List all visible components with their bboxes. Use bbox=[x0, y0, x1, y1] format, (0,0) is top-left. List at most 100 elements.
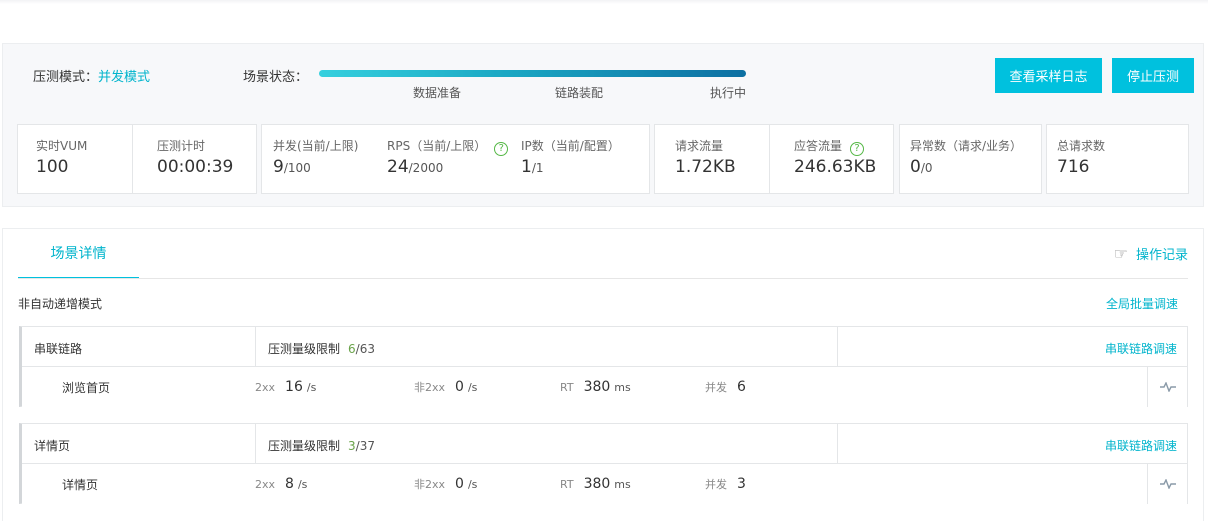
chain-header-divider bbox=[837, 327, 838, 367]
stat-timer: 压测计时 00:00:39 bbox=[157, 125, 252, 193]
metric-concurrency-label: 并发 bbox=[705, 478, 727, 491]
stat-vum-label: 实时VUM bbox=[36, 139, 88, 153]
chain-limit-current: 6 bbox=[348, 342, 356, 356]
view-sample-logs-button[interactable]: 查看采样日志 bbox=[995, 58, 1102, 93]
errors-card: 异常数（请求/业务） 0/0 bbox=[899, 124, 1042, 194]
metric-non2xx-label: 非2xx bbox=[414, 381, 446, 394]
stat-errors-value: 0/0 bbox=[910, 157, 933, 177]
chain-page-name: 浏览首页 bbox=[62, 381, 111, 395]
chain-row: 浏览首页 2xx 16/s 非2xx 0/s RT 380 ms 并发 6 bbox=[22, 367, 1187, 407]
chain-header-divider bbox=[255, 424, 256, 464]
stat-total: 总请求数 716 bbox=[1057, 125, 1177, 193]
increment-mode-text: 非自动递增模式 bbox=[18, 297, 103, 311]
stat-errors-limit: /0 bbox=[920, 161, 933, 175]
chain-block: 串联链路 压测量级限制 6/63 串联链路调速 浏览首页 2xx 16/s 非2xx… bbox=[19, 326, 1188, 407]
metric-rt-value: 380 bbox=[583, 476, 611, 492]
stat-ip-value: 1/1 bbox=[521, 157, 544, 177]
chain-limit: 压测量级限制 6/63 bbox=[268, 340, 375, 357]
stat-vum-value: 100 bbox=[36, 157, 69, 177]
load-card: 并发(当前/上限) 9/100 RPS（当前/上限）? 24/2000 IP数（… bbox=[261, 124, 650, 194]
stat-errors: 异常数（请求/业务） 0/0 bbox=[910, 125, 1038, 193]
stat-concurrency-limit: /100 bbox=[283, 161, 311, 175]
test-status-panel: 压测模式：并发模式 场景状态： 数据准备 链路装配 执行中 查看采样日志 停止压… bbox=[2, 43, 1204, 207]
scene-progress-bar bbox=[319, 70, 746, 77]
metric-rt: RT 380 ms bbox=[560, 476, 631, 492]
help-circle-icon[interactable]: ? bbox=[494, 142, 509, 156]
metric-2xx-label: 2xx bbox=[255, 381, 276, 394]
scene-detail-panel: 场景详情 ☞ 操作记录 非自动递增模式 全局批量调速 串联链路 压测量级限制 6/… bbox=[2, 228, 1204, 521]
pointing-hand-icon: ☞ bbox=[1113, 244, 1128, 263]
metric-concurrency-value: 6 bbox=[737, 379, 746, 395]
stat-req-traffic-label: 请求流量 bbox=[675, 139, 724, 153]
chain-limit-max: /37 bbox=[355, 439, 375, 453]
pulse-wave-icon[interactable] bbox=[1147, 367, 1187, 407]
chain-page-name: 详情页 bbox=[62, 478, 99, 492]
chain-header: 详情页 压测量级限制 3/37 串联链路调速 bbox=[22, 424, 1187, 464]
stat-resp-traffic-label: 应答流量 bbox=[794, 139, 843, 153]
stat-rps-value: 24/2000 bbox=[387, 157, 443, 177]
stat-concurrency-label: 并发(当前/上限) bbox=[273, 139, 359, 153]
stat-resp-traffic-label-wrap: 应答流量? bbox=[794, 137, 865, 156]
help-circle-icon[interactable]: ? bbox=[850, 142, 865, 156]
chain-header-divider bbox=[837, 424, 838, 464]
test-mode-value: 并发模式 bbox=[98, 70, 151, 85]
chain-speed-adjust-link[interactable]: 串联链路调速 bbox=[1105, 340, 1177, 357]
chain-limit-max: /63 bbox=[355, 342, 375, 356]
stat-rps-label: RPS（当前/上限） bbox=[387, 139, 487, 153]
vum-timer-card: 实时VUM 100 压测计时 00:00:39 bbox=[17, 124, 257, 194]
chain-speed-adjust-link[interactable]: 串联链路调速 bbox=[1105, 437, 1177, 454]
chain-header-divider bbox=[255, 327, 256, 367]
stat-req-traffic-value: 1.72KB bbox=[675, 157, 736, 177]
card-divider bbox=[132, 125, 133, 193]
chain-header: 串联链路 压测量级限制 6/63 串联链路调速 bbox=[22, 327, 1187, 367]
metric-2xx-unit: /s bbox=[297, 478, 308, 491]
chain-block: 详情页 压测量级限制 3/37 串联链路调速 详情页 2xx 8/s 非2xx 0/s… bbox=[19, 423, 1188, 504]
metric-concurrency-label: 并发 bbox=[705, 381, 727, 394]
operation-log-link[interactable]: ☞ 操作记录 bbox=[1114, 244, 1188, 263]
stat-vum: 实时VUM 100 bbox=[36, 125, 131, 193]
tab-underline bbox=[18, 278, 1188, 279]
metric-concurrency: 并发 3 bbox=[705, 476, 746, 492]
metric-non2xx-unit: /s bbox=[467, 381, 478, 394]
metric-non2xx: 非2xx 0/s bbox=[414, 379, 477, 395]
test-mode: 压测模式：并发模式 bbox=[33, 66, 150, 85]
metric-2xx-value: 8 bbox=[285, 476, 294, 492]
stat-concurrency-current: 9 bbox=[273, 157, 284, 177]
stat-resp-traffic-value: 246.63KB bbox=[794, 157, 877, 177]
pulse-wave-icon[interactable] bbox=[1147, 464, 1187, 504]
card-divider bbox=[769, 125, 770, 193]
metric-non2xx: 非2xx 0/s bbox=[414, 476, 477, 492]
metric-2xx-unit: /s bbox=[306, 381, 317, 394]
chain-name: 详情页 bbox=[34, 439, 71, 453]
stat-errors-current: 0 bbox=[910, 157, 921, 177]
metric-rt-value: 380 bbox=[583, 379, 611, 395]
scene-progress: 数据准备 链路装配 执行中 bbox=[319, 70, 746, 100]
stat-rps-label-wrap: RPS（当前/上限）? bbox=[387, 137, 509, 156]
chain-limit: 压测量级限制 3/37 bbox=[268, 437, 375, 454]
stat-ip: IP数（当前/配置） 1/1 bbox=[521, 125, 641, 193]
metric-rt-unit: ms bbox=[614, 381, 631, 394]
stat-rps: RPS（当前/上限）? 24/2000 bbox=[387, 125, 515, 193]
metric-rt-label: RT bbox=[560, 478, 574, 491]
stat-total-label: 总请求数 bbox=[1057, 139, 1106, 153]
scene-state-label: 场景状态： bbox=[243, 70, 309, 85]
stat-concurrency: 并发(当前/上限) 9/100 bbox=[273, 125, 383, 193]
metric-rt: RT 380 ms bbox=[560, 379, 631, 395]
stage-running: 执行中 bbox=[709, 86, 746, 100]
chain-limit-label: 压测量级限制 bbox=[268, 439, 341, 453]
stat-concurrency-value: 9/100 bbox=[273, 157, 311, 177]
stat-ip-limit: /1 bbox=[531, 161, 544, 175]
metric-rt-label: RT bbox=[560, 381, 574, 394]
stop-test-button[interactable]: 停止压测 bbox=[1112, 58, 1194, 93]
stage-data-prep: 数据准备 bbox=[413, 86, 462, 100]
global-batch-speed-link[interactable]: 全局批量调速 bbox=[1106, 295, 1178, 312]
metric-non2xx-label: 非2xx bbox=[414, 478, 446, 491]
chain-limit-label: 压测量级限制 bbox=[268, 342, 341, 356]
metric-non2xx-value: 0 bbox=[455, 476, 464, 492]
chain-row: 详情页 2xx 8/s 非2xx 0/s RT 380 ms 并发 3 bbox=[22, 464, 1187, 504]
stat-ip-label: IP数（当前/配置） bbox=[521, 139, 620, 153]
total-card: 总请求数 716 bbox=[1046, 124, 1189, 194]
top-divider bbox=[0, 0, 1208, 4]
stat-timer-value: 00:00:39 bbox=[157, 157, 234, 177]
tab-scene-detail[interactable]: 场景详情 bbox=[18, 229, 139, 279]
